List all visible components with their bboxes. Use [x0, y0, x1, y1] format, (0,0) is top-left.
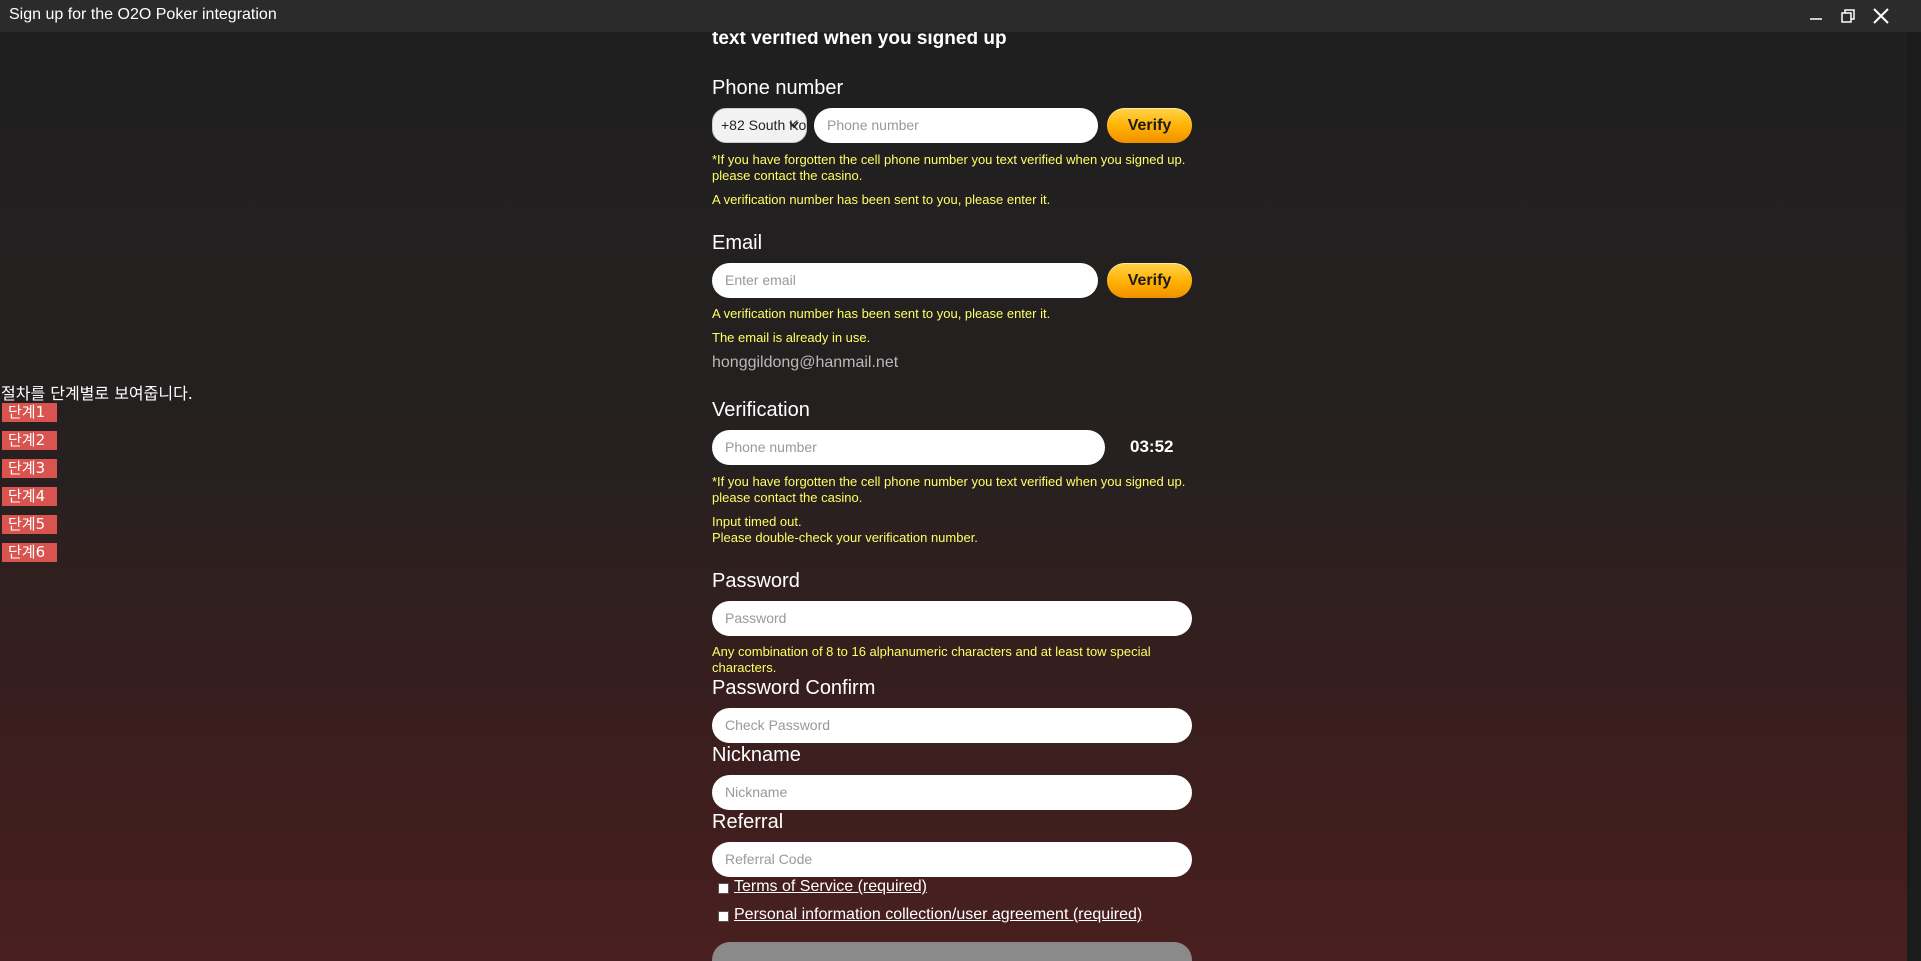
- scrollbar[interactable]: [1907, 32, 1921, 961]
- steps-caption: 절차를 단계별로 보여줍니다.: [1, 384, 193, 403]
- email-label: Email: [712, 232, 763, 254]
- phone-input[interactable]: Phone number: [814, 108, 1098, 143]
- email-note-sent: A verification number has been sent to y…: [712, 306, 1051, 321]
- step-6[interactable]: 단계6: [2, 543, 57, 562]
- privacy-link[interactable]: Personal information collection/user agr…: [734, 906, 1142, 924]
- password-confirm-input[interactable]: Check Password: [712, 708, 1192, 743]
- verification-label: Verification: [712, 399, 810, 421]
- window-title: Sign up for the O2O Poker integration: [9, 6, 277, 23]
- step-1[interactable]: 단계1: [2, 403, 57, 422]
- step-3[interactable]: 단계3: [2, 459, 57, 478]
- step-5[interactable]: 단계5: [2, 515, 57, 534]
- step-2[interactable]: 단계2: [2, 431, 57, 450]
- referral-label: Referral: [712, 811, 784, 833]
- password-input[interactable]: Password: [712, 601, 1192, 636]
- password-confirm-label: Password Confirm: [712, 677, 876, 699]
- privacy-checkbox[interactable]: [718, 911, 729, 922]
- restore-icon[interactable]: [1831, 0, 1865, 32]
- chevron-down-icon: [789, 121, 799, 129]
- phone-label: Phone number: [712, 77, 844, 99]
- nickname-label: Nickname: [712, 744, 801, 766]
- submit-button[interactable]: [712, 942, 1192, 961]
- verification-timer: 03:52: [1130, 437, 1174, 456]
- minimize-icon[interactable]: [1799, 0, 1833, 32]
- section-heading: text verified when you signed up: [712, 32, 1007, 49]
- entered-email-value: honggildong@hanmail.net: [712, 354, 899, 371]
- email-verify-button[interactable]: Verify: [1107, 263, 1192, 298]
- referral-input[interactable]: Referral Code: [712, 842, 1192, 877]
- page-content: 절차를 단계별로 보여줍니다. 단계1 단계2 단계3 단계4 단계5 단계6 …: [0, 32, 1921, 961]
- password-label: Password: [712, 570, 800, 592]
- phone-note-forgot: *If you have forgotten the cell phone nu…: [712, 152, 1186, 183]
- verification-note-forgot: *If you have forgotten the cell phone nu…: [712, 474, 1186, 505]
- phone-verify-button[interactable]: Verify: [1107, 108, 1192, 143]
- country-code-select[interactable]: +82 South Korea: [712, 108, 807, 143]
- close-icon[interactable]: [1864, 0, 1898, 32]
- window-title-bar: Sign up for the O2O Poker integration: [0, 0, 1921, 33]
- terms-link[interactable]: Terms of Service (required): [734, 878, 927, 896]
- email-note-in-use: The email is already in use.: [712, 330, 871, 345]
- step-4[interactable]: 단계4: [2, 487, 57, 506]
- password-note: Any combination of 8 to 16 alphanumeric …: [712, 644, 1151, 675]
- email-input[interactable]: Enter email: [712, 263, 1098, 298]
- verification-note-timeout: Input timed out. Please double-check you…: [712, 514, 978, 545]
- terms-checkbox[interactable]: [718, 883, 729, 894]
- nickname-input[interactable]: Nickname: [712, 775, 1192, 810]
- phone-note-sent: A verification number has been sent to y…: [712, 192, 1051, 207]
- verification-input[interactable]: Phone number: [712, 430, 1105, 465]
